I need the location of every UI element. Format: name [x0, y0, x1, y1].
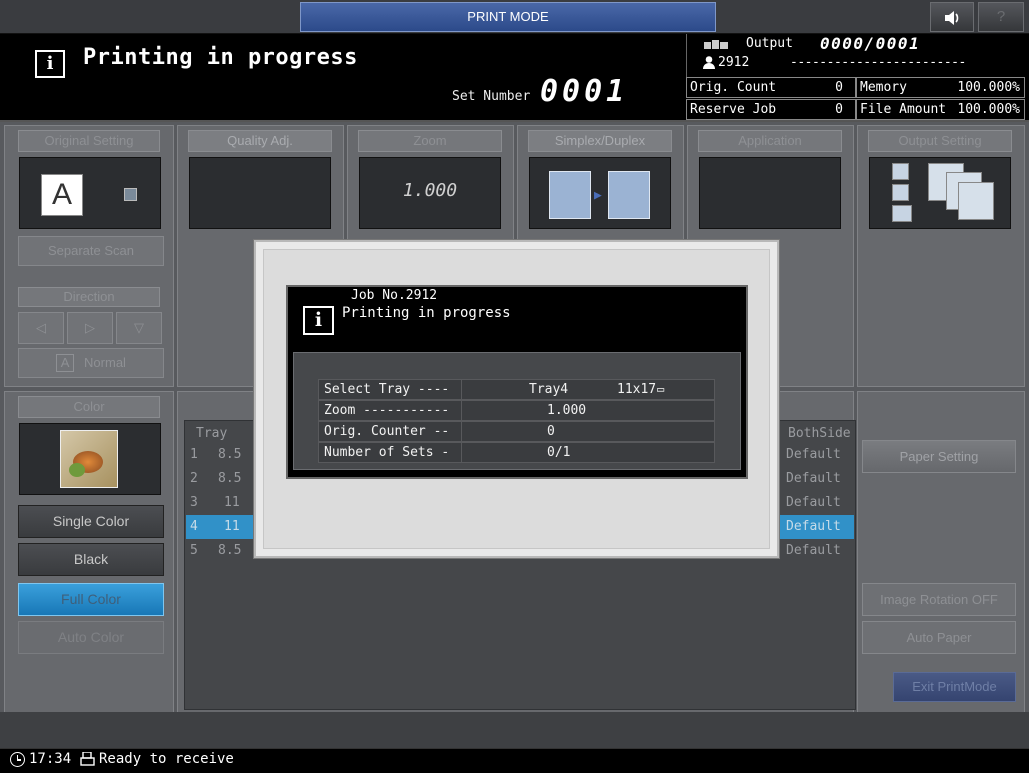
dialog-row-label: Orig. Counter -- [319, 421, 462, 442]
original-setting-label[interactable]: Original Setting [18, 130, 160, 152]
file-amount-label: File Amount [860, 102, 947, 117]
info-icon: i [303, 306, 334, 335]
dialog-row-value: 1.000 [547, 403, 587, 418]
reserve-job-cell: Reserve Job 0 [686, 99, 856, 120]
set-number-label: Set Number [452, 89, 531, 104]
arrow-right-icon: ▶ [594, 188, 602, 203]
clock-icon [10, 752, 25, 767]
info-icon: i [35, 50, 65, 78]
reserve-job-value: 0 [835, 102, 843, 117]
normal-a-icon: A [56, 354, 75, 372]
file-amount-value: 100.000% [957, 102, 1020, 117]
full-color-button[interactable]: Full Color [18, 583, 164, 616]
direction-normal-button[interactable]: A Normal [18, 348, 164, 378]
quality-adj-screen [189, 157, 331, 229]
application-screen [699, 157, 841, 229]
page-title: Printing in progress [83, 45, 358, 70]
set-number-value: 0001 [540, 74, 629, 109]
direction-down-button[interactable]: ▽ [116, 312, 162, 344]
dialog-row-extra: 11x17 [617, 382, 657, 397]
memory-label: Memory [860, 80, 907, 95]
output-setting-screen [869, 157, 1011, 229]
output-sheet-icon [958, 182, 994, 220]
orig-count-label: Orig. Count [690, 80, 777, 95]
application-label[interactable]: Application [698, 130, 842, 152]
single-color-button[interactable]: Single Color [18, 505, 164, 538]
output-stack-icon [704, 40, 728, 49]
black-button[interactable]: Black [18, 543, 164, 576]
status-message: Ready to receive [99, 751, 234, 767]
zoom-value: 1.000 [402, 180, 458, 201]
original-setting-screen: A [19, 157, 161, 229]
dialog-row-label: Select Tray ---- [319, 379, 462, 400]
output-setting-label[interactable]: Output Setting [868, 130, 1012, 152]
help-button[interactable]: ? [978, 2, 1024, 32]
table-header-tray: Tray [196, 426, 228, 441]
color-screen [19, 423, 161, 495]
simplex-page-icon [549, 171, 591, 219]
dialog-row-value: 0 [547, 424, 555, 439]
scan-mini-icon [124, 188, 137, 201]
sound-button[interactable] [930, 2, 974, 32]
auto-color-button[interactable]: Auto Color [18, 621, 164, 654]
auto-paper-button[interactable]: Auto Paper [862, 621, 1016, 654]
quality-adj-label[interactable]: Quality Adj. [188, 130, 332, 152]
simplex-duplex-screen: ▶ [529, 157, 671, 229]
color-label: Color [18, 396, 160, 418]
dialog-row-orig-counter: Orig. Counter -- 0 [318, 421, 715, 442]
paper-setting-button[interactable]: Paper Setting [862, 440, 1016, 473]
dialog-row-number-of-sets: Number of Sets - 0/1 [318, 442, 715, 463]
orig-count-cell: Orig. Count 0 [686, 77, 856, 98]
user-icon [703, 56, 715, 69]
speaker-icon [945, 11, 959, 25]
simplex-duplex-label[interactable]: Simplex/Duplex [528, 130, 672, 152]
output-mini-icon [892, 184, 909, 201]
dialog-row-value: Tray4 [529, 382, 569, 397]
separate-scan-button[interactable]: Separate Scan [18, 236, 164, 266]
dialog-row-zoom: Zoom ----------- 1.000 [318, 400, 715, 421]
direction-label: Direction [18, 287, 160, 307]
direction-left-button[interactable]: ◁ [18, 312, 64, 344]
orig-count-value: 0 [835, 80, 843, 95]
landscape-paper-icon: ▭ [657, 382, 665, 396]
duplex-page-icon [608, 171, 650, 219]
output-value: 0000/0001 [820, 34, 921, 53]
output-label: Output [746, 36, 793, 51]
mode-title: PRINT MODE [300, 2, 716, 32]
zoom-label[interactable]: Zoom [358, 130, 502, 152]
output-progress-dashes: ------------------------ [790, 55, 966, 70]
direction-right-button[interactable]: ▷ [67, 312, 113, 344]
output-mini-icon [892, 205, 912, 222]
memory-cell: Memory 100.000% [856, 77, 1025, 98]
exit-print-mode-button[interactable]: Exit PrintMode [893, 672, 1016, 702]
file-amount-cell: File Amount 100.000% [856, 99, 1025, 120]
image-rotation-button[interactable]: Image Rotation OFF [862, 583, 1016, 616]
table-header-both-side: BothSide [788, 426, 851, 441]
clock-time: 17:34 [29, 751, 72, 767]
original-a-icon: A [41, 174, 83, 216]
color-preview-image [60, 430, 118, 488]
dialog-row-label: Number of Sets - [319, 442, 462, 463]
dialog-row-label: Zoom ----------- [319, 400, 462, 421]
bottom-strip [0, 712, 1029, 748]
dialog-row-select-tray: Select Tray ---- Tray4 11x17 ▭ [318, 379, 715, 400]
zoom-screen: 1.000 [359, 157, 501, 229]
memory-value: 100.000% [957, 80, 1020, 95]
reserve-job-label: Reserve Job [690, 102, 777, 117]
user-id: 2912 [718, 55, 750, 70]
normal-label: Normal [84, 355, 126, 370]
output-mini-icon [892, 163, 909, 180]
dialog-row-value: 0/1 [547, 445, 571, 460]
dialog-message: Printing in progress [342, 305, 511, 321]
dialog-job-number: Job No.2912 [351, 288, 438, 303]
printer-icon [80, 752, 95, 766]
